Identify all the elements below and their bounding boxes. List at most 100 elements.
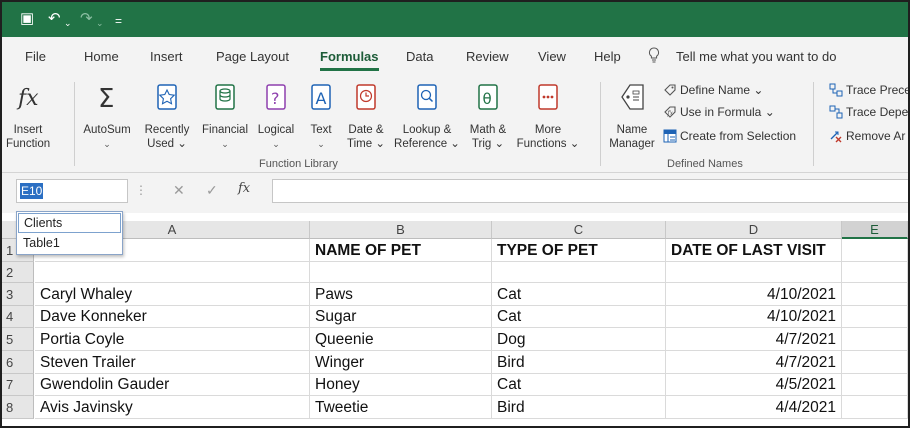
row-header[interactable]: 3 — [2, 283, 34, 306]
table-cell[interactable]: Cat — [492, 374, 666, 396]
row-header[interactable]: 4 — [2, 306, 34, 328]
enter-icon[interactable]: ✓ — [206, 182, 218, 199]
undo-icon[interactable]: ↶ — [48, 11, 61, 27]
table-cell[interactable] — [842, 396, 908, 419]
trace-dependents-icon — [829, 105, 843, 119]
tab-review[interactable]: Review — [466, 49, 509, 64]
tag-icon — [664, 84, 676, 96]
table-cell[interactable] — [842, 283, 908, 306]
redo-icon[interactable]: ↷ — [80, 11, 93, 27]
table-cell[interactable] — [842, 351, 908, 374]
table-cell[interactable]: DATE OF LAST VISIT — [666, 239, 842, 262]
table-cell[interactable] — [310, 262, 492, 283]
column-header-d[interactable]: D — [666, 221, 842, 239]
tab-formulas[interactable]: Formulas — [320, 49, 379, 71]
table-cell[interactable] — [842, 374, 908, 396]
table-cell[interactable]: Sugar — [310, 306, 492, 328]
table-cell[interactable]: Honey — [310, 374, 492, 396]
table-cell[interactable]: Dave Konneker — [35, 306, 310, 328]
table-cell[interactable]: Tweetie — [310, 396, 492, 419]
table-cell[interactable]: Gwendolin Gauder — [35, 374, 310, 396]
dropdown-item-clients[interactable]: Clients — [18, 213, 121, 233]
create-from-selection-button[interactable]: Create from Selection — [663, 128, 796, 144]
table-cell[interactable]: 4/10/2021 — [666, 283, 842, 306]
table-cell[interactable]: Cat — [492, 283, 666, 306]
table-cell[interactable] — [35, 262, 310, 283]
resize-handle-icon[interactable]: ⋮ — [135, 183, 147, 197]
table-cell[interactable]: Portia Coyle — [35, 328, 310, 351]
more-functions-button[interactable]: More Functions ⌄ — [516, 81, 580, 151]
table-cell[interactable]: 4/5/2021 — [666, 374, 842, 396]
text-button[interactable]: A Text ⌄ — [304, 81, 338, 151]
column-header-b[interactable]: B — [310, 221, 492, 239]
table-cell[interactable]: Paws — [310, 283, 492, 306]
cancel-icon[interactable]: ✕ — [173, 182, 185, 199]
math-trig-button[interactable]: θ Math & Trig ⌄ — [464, 81, 512, 151]
use-in-formula-button[interactable]: fx Use in Formula ⌄ — [663, 104, 775, 120]
autosum-button[interactable]: Σ AutoSum ⌄ — [78, 81, 136, 151]
tab-file[interactable]: File — [25, 49, 46, 64]
table-cell[interactable] — [842, 328, 908, 351]
table-cell[interactable]: Cat — [492, 306, 666, 328]
trace-dependents-button[interactable]: Trace Depe — [829, 104, 908, 120]
name-manager-button[interactable]: Name Manager — [606, 81, 658, 151]
row-header[interactable]: 7 — [2, 374, 34, 396]
title-bar: ▣ ↶ ⌄ ↷ ⌄ = — [2, 2, 908, 37]
table-cell[interactable] — [666, 262, 842, 283]
column-header-e[interactable]: E — [842, 221, 908, 239]
table-cell[interactable]: Bird — [492, 351, 666, 374]
trace-precedents-button[interactable]: Trace Prece — [829, 82, 908, 98]
table-cell[interactable] — [842, 239, 908, 262]
table-cell[interactable]: TYPE OF PET — [492, 239, 666, 262]
undo-dropdown-icon[interactable]: ⌄ — [64, 15, 72, 31]
column-header-c[interactable]: C — [492, 221, 666, 239]
table-cell[interactable]: Caryl Whaley — [35, 283, 310, 306]
table-cell[interactable]: 4/10/2021 — [666, 306, 842, 328]
table-cell[interactable]: 4/7/2021 — [666, 351, 842, 374]
redo-dropdown-icon[interactable]: ⌄ — [96, 15, 104, 31]
table-cell[interactable]: Avis Javinsky — [35, 396, 310, 419]
remove-arrows-button[interactable]: Remove Ar — [829, 128, 905, 144]
recently-used-button[interactable]: Recently Used ⌄ — [140, 81, 194, 151]
insert-function-icon[interactable]: fx — [238, 181, 250, 196]
table-cell[interactable]: 4/4/2021 — [666, 396, 842, 419]
tab-insert[interactable]: Insert — [150, 49, 183, 64]
worksheet-grid: A B C D E 1 NAME OF PET TYPE OF PET DATE OF… — [2, 221, 908, 426]
tab-help[interactable]: Help — [594, 49, 621, 64]
financial-button[interactable]: Financial ⌄ — [197, 81, 253, 151]
formula-input[interactable] — [272, 179, 908, 203]
table-cell[interactable]: Dog — [492, 328, 666, 351]
insert-function-button[interactable]: fx Insert Function — [6, 81, 50, 151]
name-box[interactable]: E10 — [16, 179, 128, 203]
customize-icon[interactable]: = — [115, 13, 122, 29]
svg-text:θ: θ — [483, 90, 492, 108]
tell-me-search[interactable]: Tell me what you want to do — [676, 49, 836, 64]
lookup-reference-button[interactable]: Lookup & Reference ⌄ — [394, 81, 460, 151]
lightbulb-icon[interactable] — [648, 47, 660, 66]
table-cell[interactable]: Steven Trailer — [35, 351, 310, 374]
table-cell[interactable]: NAME OF PET — [310, 239, 492, 262]
logical-button[interactable]: ? Logical ⌄ — [254, 81, 298, 151]
table-cell[interactable]: 4/7/2021 — [666, 328, 842, 351]
save-icon[interactable]: ▣ — [20, 11, 34, 27]
row-header[interactable]: 8 — [2, 396, 34, 419]
table-cell[interactable] — [842, 306, 908, 328]
row-header[interactable]: 5 — [2, 328, 34, 351]
row-header[interactable]: 2 — [2, 262, 34, 283]
date-time-button[interactable]: Date & Time ⌄ — [342, 81, 390, 151]
table-cell[interactable]: Queenie — [310, 328, 492, 351]
define-name-button[interactable]: Define Name ⌄ — [663, 82, 763, 98]
tab-view[interactable]: View — [538, 49, 566, 64]
table-cell[interactable]: Winger — [310, 351, 492, 374]
ribbon: fx Insert Function Σ AutoSum ⌄ Recently … — [2, 77, 908, 173]
table-cell[interactable] — [842, 262, 908, 283]
name-box-dropdown: Clients Table1 — [16, 211, 123, 255]
tab-home[interactable]: Home — [84, 49, 119, 64]
tab-data[interactable]: Data — [406, 49, 433, 64]
dropdown-item-table1[interactable]: Table1 — [18, 234, 121, 254]
tab-page-layout[interactable]: Page Layout — [216, 49, 289, 64]
table-cell[interactable] — [492, 262, 666, 283]
row-header[interactable]: 6 — [2, 351, 34, 374]
table-cell[interactable]: Bird — [492, 396, 666, 419]
name-box-value[interactable]: E10 — [20, 183, 44, 199]
